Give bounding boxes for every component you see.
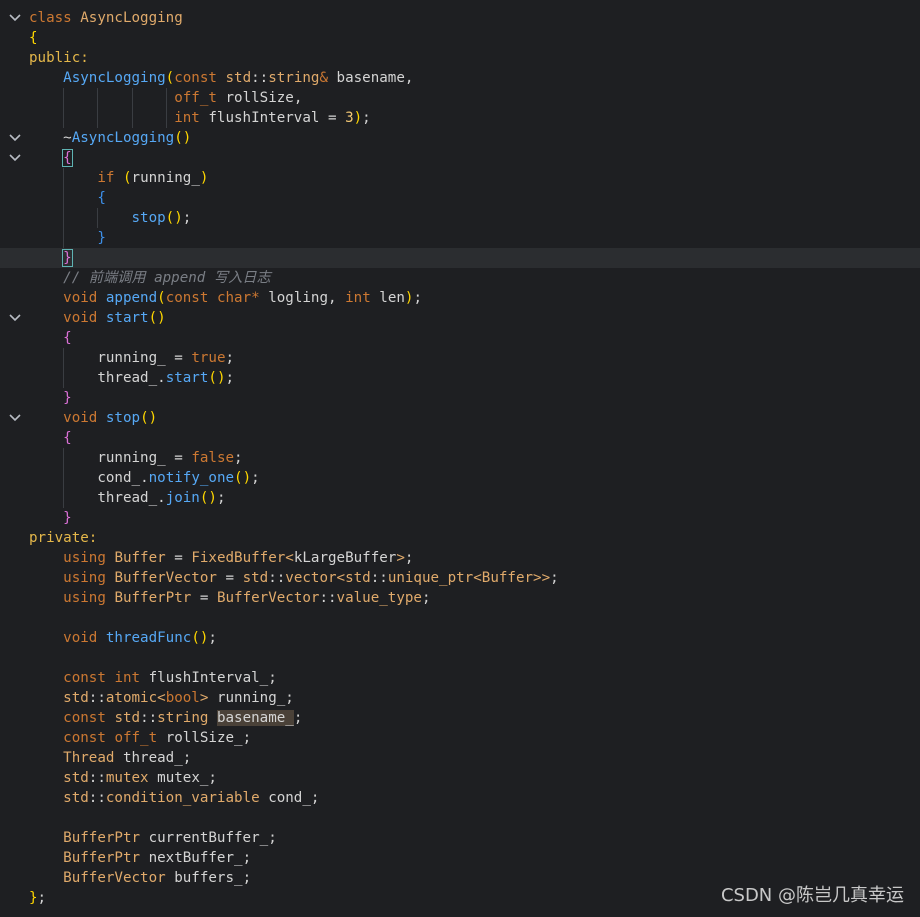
code-line[interactable]: const std::string basename_; (0, 708, 920, 728)
code-text: BufferPtr nextBuffer_; (63, 850, 252, 866)
code-line[interactable]: private: (0, 528, 920, 548)
code-line[interactable]: thread_.start(); (0, 368, 920, 388)
code-line[interactable]: thread_.join(); (0, 488, 920, 508)
code-text: public: (29, 50, 89, 66)
code-text: } (62, 249, 73, 267)
code-line[interactable]: std::condition_variable cond_; (0, 788, 920, 808)
code-line[interactable]: running_ = true; (0, 348, 920, 368)
code-line[interactable]: const int flushInterval_; (0, 668, 920, 688)
code-line[interactable]: stop(); (0, 208, 920, 228)
code-text: running_ = false; (97, 450, 243, 466)
code-text: std::atomic<bool> running_; (63, 690, 294, 706)
chevron-down-icon[interactable] (6, 308, 24, 328)
code-line[interactable]: AsyncLogging(const std::string& basename… (0, 68, 920, 88)
code-line[interactable] (0, 648, 920, 668)
code-line[interactable]: int flushInterval = 3); (0, 108, 920, 128)
code-text: thread_.start(); (97, 370, 235, 386)
code-text: void append(const char* logling, int len… (63, 290, 422, 306)
code-text: AsyncLogging(const std::string& basename… (63, 70, 414, 86)
code-line[interactable] (0, 608, 920, 628)
code-text: { (63, 330, 72, 346)
code-line[interactable]: off_t rollSize, (0, 88, 920, 108)
code-text: } (97, 230, 106, 246)
code-text: { (63, 430, 72, 446)
code-text: std::condition_variable cond_; (63, 790, 320, 806)
code-line[interactable]: { (0, 188, 920, 208)
code-line[interactable]: { (0, 328, 920, 348)
code-text: void start() (63, 310, 166, 326)
code-line[interactable]: { (0, 28, 920, 48)
code-text: const off_t rollSize_; (63, 730, 252, 746)
chevron-down-icon[interactable] (6, 128, 24, 148)
code-line[interactable]: } (0, 248, 920, 268)
code-line[interactable]: std::atomic<bool> running_; (0, 688, 920, 708)
code-line[interactable]: using BufferVector = std::vector<std::un… (0, 568, 920, 588)
code-text: void threadFunc(); (63, 630, 217, 646)
code-line[interactable]: ~AsyncLogging() (0, 128, 920, 148)
code-text: off_t rollSize, (174, 90, 303, 106)
code-line[interactable]: } (0, 508, 920, 528)
code-text: ~AsyncLogging() (63, 130, 192, 146)
code-line[interactable]: BufferPtr currentBuffer_; (0, 828, 920, 848)
code-text: BufferVector buffers_; (63, 870, 252, 886)
code-line[interactable]: void threadFunc(); (0, 628, 920, 648)
csdn-watermark: CSDN @陈岂几真幸运 (720, 885, 904, 906)
code-text: using BufferVector = std::vector<std::un… (63, 570, 559, 586)
code-text: // 前端调用 append 写入日志 (63, 270, 271, 286)
code-text: class AsyncLogging (29, 10, 183, 26)
code-line[interactable] (0, 808, 920, 828)
code-text: } (63, 390, 72, 406)
code-editor[interactable]: class AsyncLogging { public: AsyncLogging(… (0, 8, 920, 908)
code-line[interactable]: cond_.notify_one(); (0, 468, 920, 488)
code-line[interactable]: { (0, 148, 920, 168)
code-text: int flushInterval = 3); (174, 110, 371, 126)
code-line[interactable]: using BufferPtr = BufferVector::value_ty… (0, 588, 920, 608)
code-line[interactable]: { (0, 428, 920, 448)
code-text: Thread thread_; (63, 750, 192, 766)
code-text: }; (29, 890, 47, 906)
code-line[interactable]: const off_t rollSize_; (0, 728, 920, 748)
chevron-down-icon[interactable] (6, 408, 24, 428)
code-text: if (running_) (97, 170, 209, 186)
code-line[interactable]: void start() (0, 308, 920, 328)
code-line[interactable]: } (0, 228, 920, 248)
code-line[interactable]: } (0, 388, 920, 408)
code-text: stop(); (131, 210, 192, 226)
code-line[interactable]: std::mutex mutex_; (0, 768, 920, 788)
code-line[interactable]: class AsyncLogging (0, 8, 920, 28)
code-text: running_ = true; (97, 350, 235, 366)
code-text: const int flushInterval_; (63, 670, 277, 686)
code-line[interactable]: public: (0, 48, 920, 68)
code-text: { (97, 190, 106, 206)
code-line[interactable]: running_ = false; (0, 448, 920, 468)
code-text: } (63, 510, 72, 526)
code-line[interactable]: Thread thread_; (0, 748, 920, 768)
code-text: { (62, 149, 73, 167)
code-line[interactable]: // 前端调用 append 写入日志 (0, 268, 920, 288)
code-line[interactable]: BufferPtr nextBuffer_; (0, 848, 920, 868)
code-text: private: (29, 530, 98, 546)
code-line[interactable]: void stop() (0, 408, 920, 428)
chevron-down-icon[interactable] (6, 8, 24, 28)
code-text: const std::string basename_; (63, 710, 303, 726)
code-text: BufferPtr currentBuffer_; (63, 830, 277, 846)
code-text: { (29, 30, 38, 46)
code-text: std::mutex mutex_; (63, 770, 217, 786)
code-line[interactable]: void append(const char* logling, int len… (0, 288, 920, 308)
code-text: thread_.join(); (97, 490, 226, 506)
code-text: using Buffer = FixedBuffer<kLargeBuffer>… (63, 550, 414, 566)
code-text: void stop() (63, 410, 158, 426)
code-text: cond_.notify_one(); (97, 470, 260, 486)
code-text: using BufferPtr = BufferVector::value_ty… (63, 590, 431, 606)
chevron-down-icon[interactable] (6, 148, 24, 168)
code-line[interactable]: using Buffer = FixedBuffer<kLargeBuffer>… (0, 548, 920, 568)
code-line[interactable]: if (running_) (0, 168, 920, 188)
